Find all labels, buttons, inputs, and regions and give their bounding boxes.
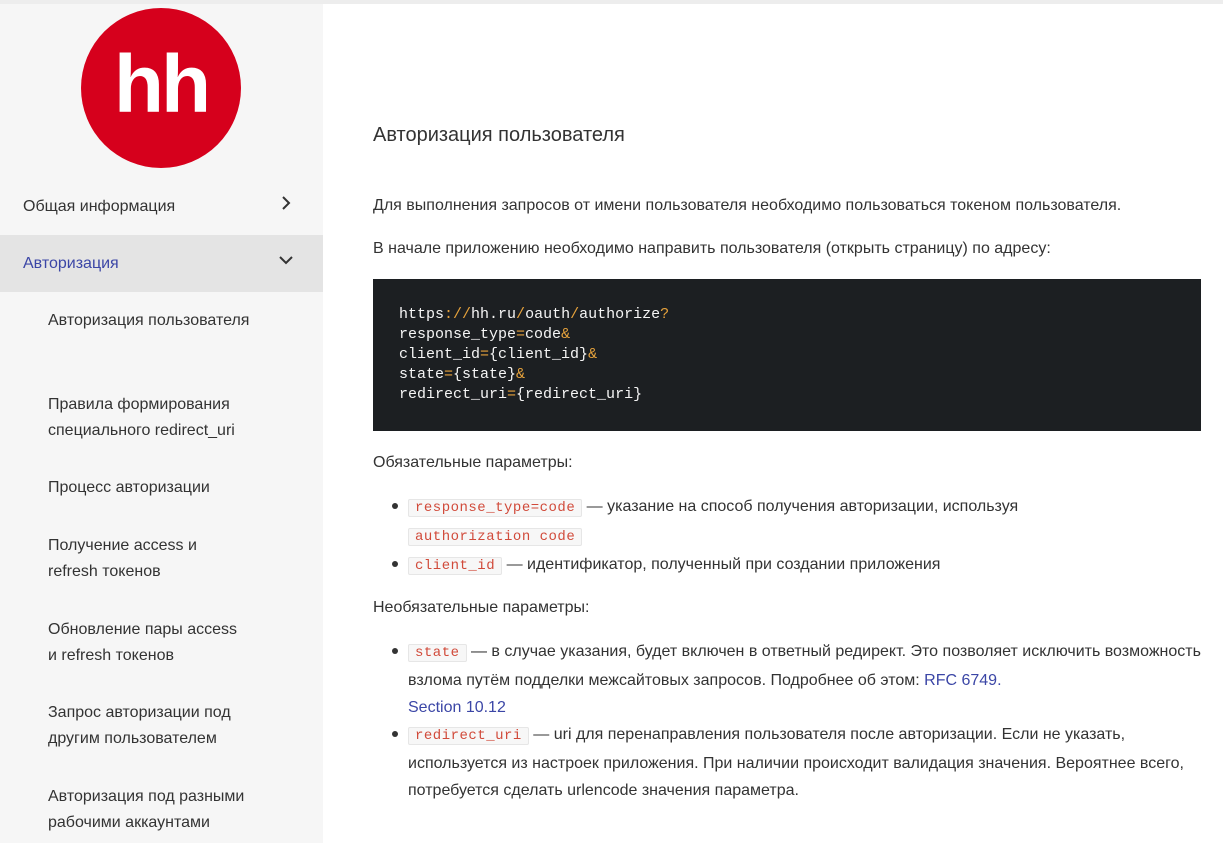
list-item: client_id — идентификатор, полученный пр…	[373, 551, 1203, 580]
page-title: Авторизация пользователя	[373, 124, 625, 146]
sidebar-subitem-user-auth[interactable]: Авторизация пользователя	[48, 308, 278, 334]
list-item: redirect_uri — uri для перенаправления п…	[373, 721, 1203, 804]
sidebar-subitem-redirect-uri-rules[interactable]: Правила формирования специального redire…	[48, 392, 278, 444]
sidebar-subitem-auth-other-user[interactable]: Запрос авторизации под другим пользовате…	[48, 700, 248, 752]
code-block[interactable]: https://hh.ru/oauth/authorize? response_…	[373, 279, 1201, 431]
hh-logo[interactable]: hh	[81, 8, 241, 168]
inline-code: client_id	[408, 557, 503, 575]
code-line: response_type=code&	[399, 326, 571, 343]
sidebar-subitem-multiple-accounts[interactable]: Авторизация под разными рабочими аккаунт…	[48, 784, 263, 836]
required-params-title: Обязательные параметры:	[373, 454, 573, 471]
intro-paragraph: Для выполнения запросов от имени пользов…	[373, 197, 1122, 214]
inline-code: state	[408, 644, 467, 662]
required-params-list: response_type=code — указание на способ …	[373, 493, 1203, 580]
sidebar-item-authorization[interactable]: Авторизация	[0, 235, 323, 292]
inline-code: redirect_uri	[408, 727, 529, 745]
sidebar: hh Общая информация Авторизация Авториза…	[0, 4, 323, 843]
list-item: response_type=code — указание на способ …	[373, 493, 1203, 551]
optional-params-list: state — в случае указания, будет включен…	[373, 638, 1203, 804]
chevron-right-icon	[282, 196, 291, 210]
section-link[interactable]: Section 10.12	[408, 699, 506, 716]
param-description: — идентификатор, полученный при создании…	[502, 556, 941, 573]
sidebar-item-label: Общая информация	[23, 197, 176, 215]
code-line: redirect_uri={redirect_uri}	[399, 386, 643, 403]
sidebar-subitem-auth-process[interactable]: Процесс авторизации	[48, 475, 278, 501]
sidebar-subitem-refresh-tokens[interactable]: Обновление пары access и refresh токенов	[48, 617, 248, 669]
param-description: — в случае указания, будет включен в отв…	[408, 643, 1201, 689]
chevron-down-icon	[279, 256, 293, 265]
rfc-link[interactable]: RFC 6749.	[924, 672, 1001, 689]
sidebar-item-label: Авторизация	[23, 254, 119, 272]
sidebar-item-general-info[interactable]: Общая информация	[0, 178, 323, 235]
code-line: client_id={client_id}&	[399, 346, 598, 363]
code-line: state={state}&	[399, 366, 526, 383]
inline-code: response_type=code	[408, 499, 583, 517]
logo-text: hh	[113, 39, 211, 130]
param-description: — указание на способ получения авторизац…	[582, 498, 1019, 515]
redirect-paragraph: В начале приложению необходимо направить…	[373, 240, 1051, 257]
optional-params-title: Необязательные параметры:	[373, 599, 590, 616]
list-item: state — в случае указания, будет включен…	[373, 638, 1203, 721]
sidebar-subitem-get-tokens[interactable]: Получение access и refresh токенов	[48, 533, 218, 585]
code-line: https://hh.ru/oauth/authorize?	[399, 306, 670, 323]
inline-code: authorization code	[408, 528, 583, 546]
